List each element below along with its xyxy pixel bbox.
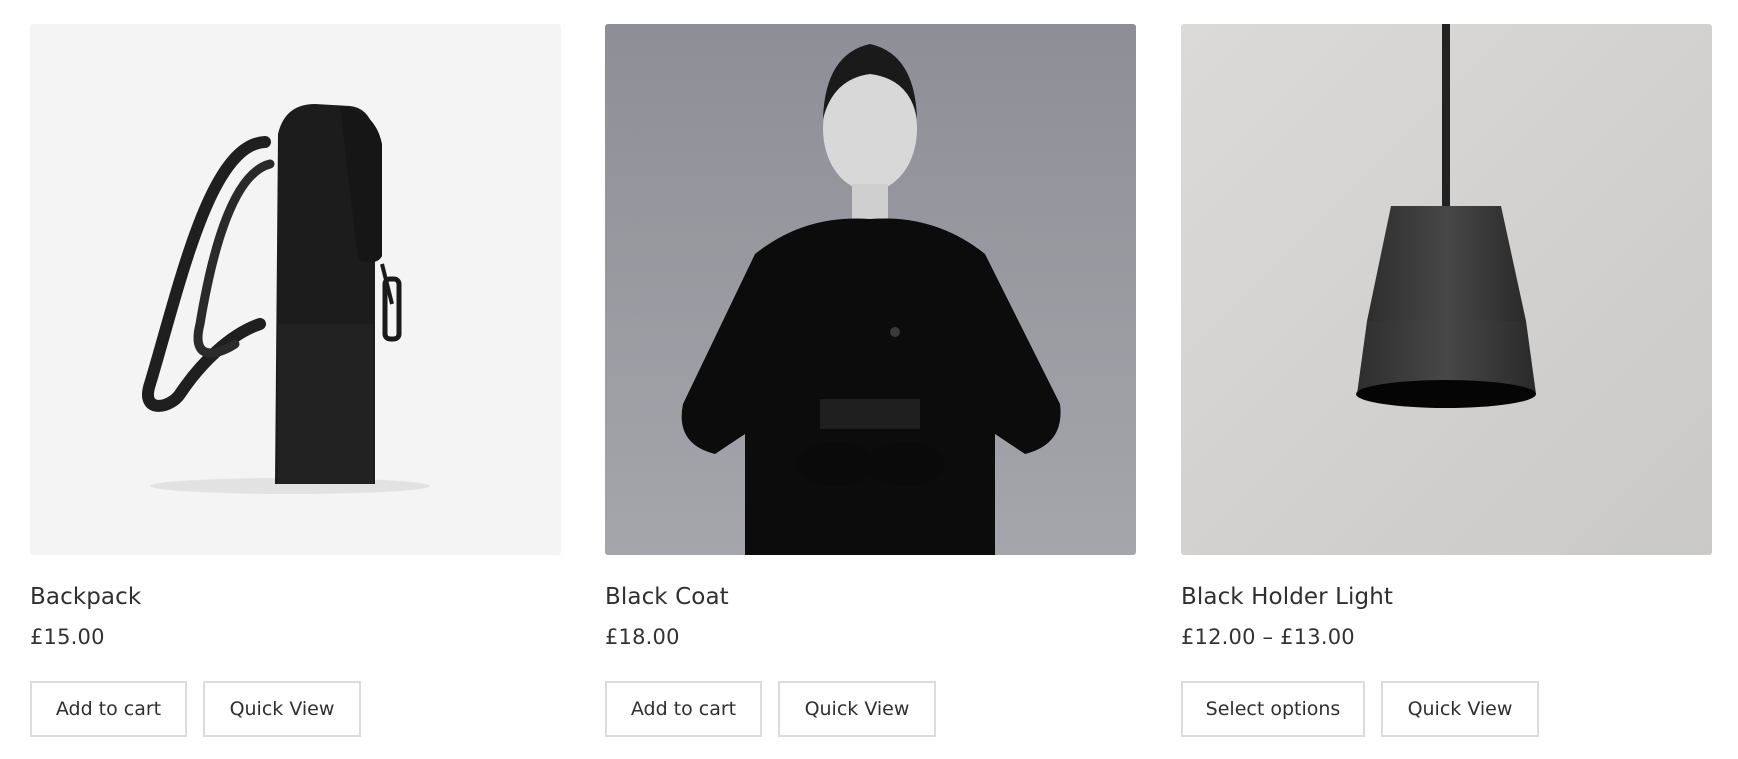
add-to-cart-button[interactable]: Add to cart — [30, 681, 187, 737]
product-card-backpack: Backpack £15.00 Add to cart Quick View — [30, 24, 561, 737]
product-image-black-coat[interactable] — [605, 24, 1136, 555]
product-card-black-coat: Black Coat £18.00 Add to cart Quick View — [605, 24, 1136, 737]
quick-view-button[interactable]: Quick View — [203, 681, 361, 737]
product-price: £18.00 — [605, 625, 680, 649]
product-grid: Backpack £15.00 Add to cart Quick View B… — [30, 24, 1712, 744]
select-options-button[interactable]: Select options — [1181, 681, 1365, 737]
product-title[interactable]: Black Coat — [605, 584, 729, 610]
product-image-black-holder-light[interactable] — [1181, 24, 1712, 555]
product-price: £15.00 — [30, 625, 105, 649]
product-title[interactable]: Backpack — [30, 584, 141, 610]
product-image-backpack[interactable] — [30, 24, 561, 555]
product-price: £12.00 – £13.00 — [1181, 625, 1355, 649]
product-title[interactable]: Black Holder Light — [1181, 584, 1393, 610]
product-card-black-holder-light: Black Holder Light £12.00 – £13.00 Selec… — [1181, 24, 1712, 737]
quick-view-button[interactable]: Quick View — [778, 681, 936, 737]
quick-view-button[interactable]: Quick View — [1381, 681, 1539, 737]
add-to-cart-button[interactable]: Add to cart — [605, 681, 762, 737]
